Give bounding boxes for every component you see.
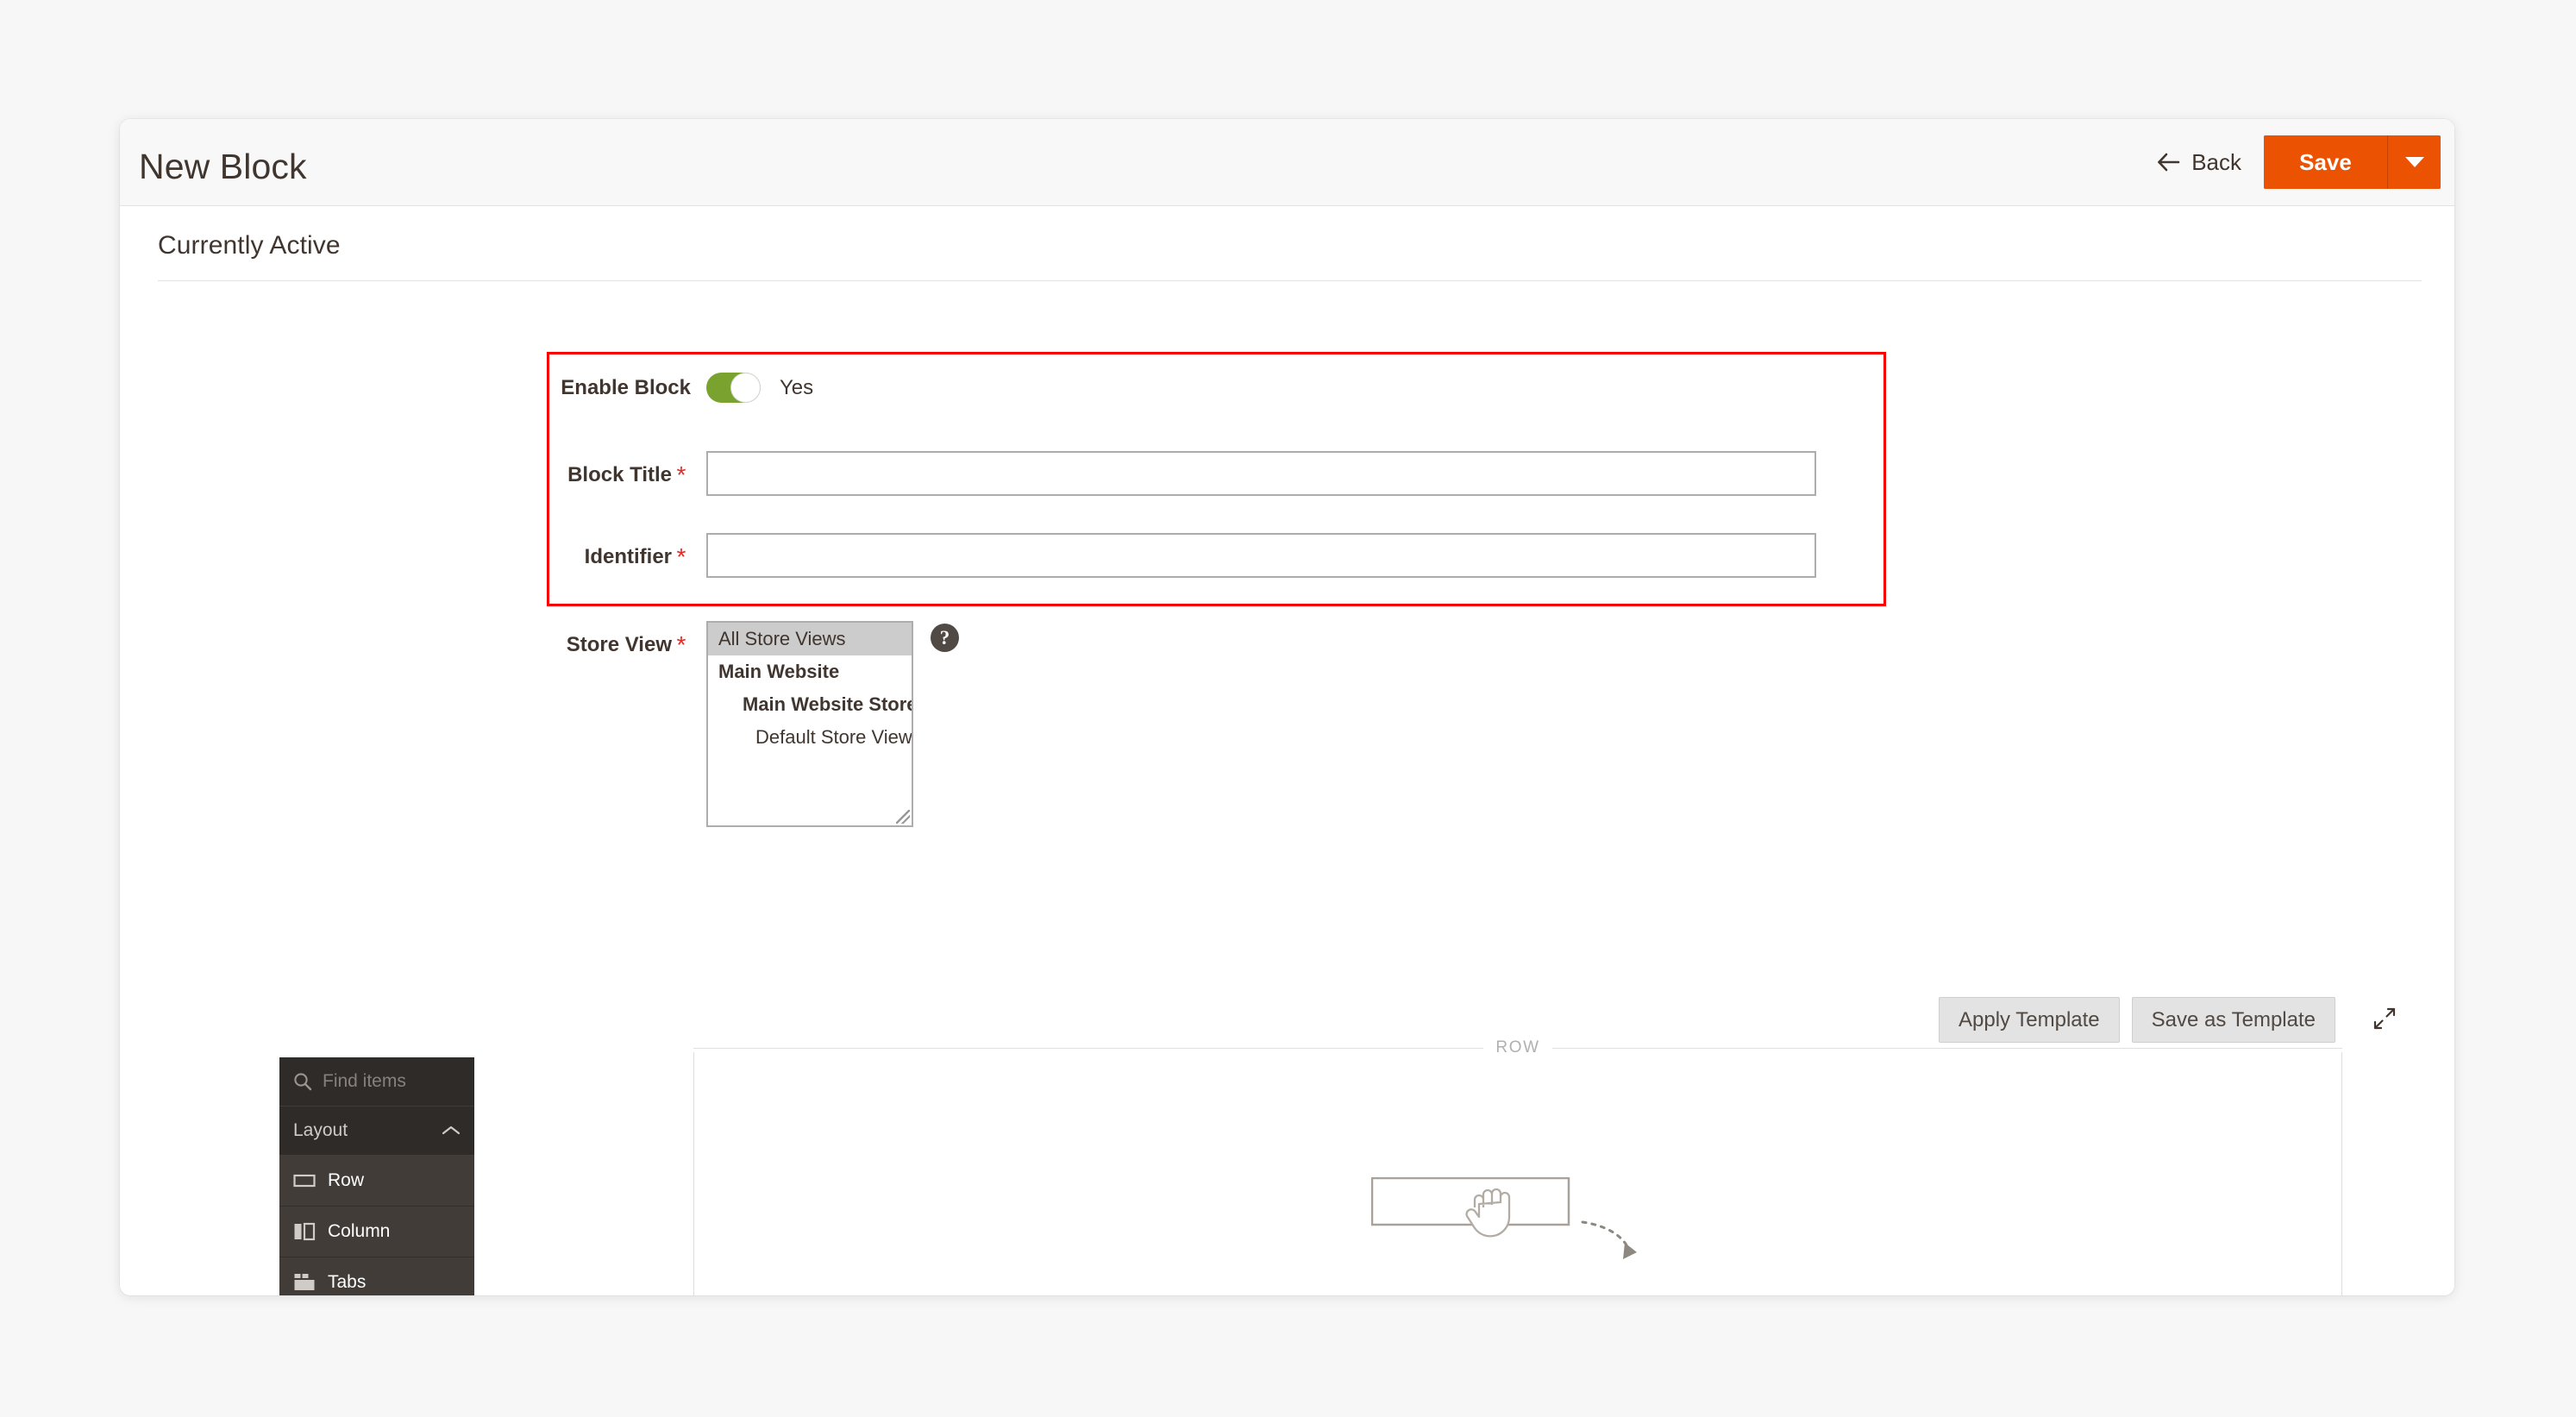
save-button[interactable]: Save [2264,135,2387,189]
page-builder-item-column[interactable]: Column [279,1207,474,1257]
enable-block-label: Enable Block [561,375,691,399]
arrow-left-icon [2156,151,2180,173]
field-row-block-title: Block Title * [438,451,1816,496]
toggle-knob [731,373,760,402]
store-view-multiselect[interactable]: All Store Views Main Website Main Website … [706,621,913,827]
page-title: New Block [139,147,307,186]
field-row-enable-block: Enable Block Yes [438,373,813,403]
store-view-option[interactable]: All Store Views [708,623,912,656]
store-view-option[interactable]: Default Store View [708,721,912,754]
row-label-line-right [1551,1047,2343,1049]
page-builder-item-row[interactable]: Row [279,1156,474,1207]
store-view-label-text: Store View [566,633,672,656]
required-marker: * [676,543,686,570]
enable-block-toggle-value: Yes [780,375,814,399]
question-mark-icon[interactable]: ? [931,624,959,652]
column-icon [293,1220,316,1243]
page-builder-canvas-dropzone[interactable]: Drag content types or columns here [693,1052,2342,1295]
section-divider [158,280,2422,281]
page-builder-group-layout[interactable]: Layout [279,1107,474,1156]
row-label-line-left [693,1047,1484,1049]
block-title-label-text: Block Title [567,463,672,486]
enable-block-toggle[interactable] [706,373,761,403]
item-label: Row [328,1170,365,1190]
field-row-identifier: Identifier * [438,533,1816,578]
identifier-label-text: Identifier [584,545,672,568]
required-marker: * [676,461,686,488]
section-title-currently-active: Currently Active [158,231,341,260]
tabs-icon [293,1271,316,1294]
row-icon [293,1169,316,1192]
back-button-label: Back [2191,148,2241,175]
chevron-up-icon [442,1125,461,1137]
apply-template-button[interactable]: Apply Template [1939,997,2120,1043]
group-label: Layout [293,1120,348,1140]
page-builder-search[interactable] [279,1057,556,1107]
search-icon [293,1072,312,1091]
page-header: New Block Back Save [120,119,2454,206]
block-edit-page-card: New Block Back Save Currently Active Ena… [120,119,2454,1295]
page-builder-item-tabs[interactable]: Tabs [279,1257,474,1295]
field-row-store-view: Store View * All Store Views Main Website M… [438,621,959,827]
save-options-button[interactable] [2387,135,2441,189]
store-view-option[interactable]: Main Website Store [708,688,912,721]
store-view-label: Store View * [438,621,706,658]
item-label: Tabs [328,1272,367,1292]
resize-handle-icon[interactable] [896,810,910,824]
item-label: Column [328,1221,391,1241]
page-builder-search-input[interactable] [323,1071,556,1092]
caret-down-icon [2404,157,2424,167]
save-split-button: Save [2264,135,2441,189]
store-view-option[interactable]: Main Website [708,655,912,688]
save-as-template-button[interactable]: Save as Template [2131,997,2335,1043]
block-title-input[interactable] [706,451,1816,496]
block-title-label: Block Title * [438,461,706,488]
expand-fullscreen-button[interactable] [2363,999,2406,1042]
page-builder-panel: LayoutRowColumnTabsElementsMedia [279,1057,556,1295]
template-button-bar: Apply Template Save as Template [1939,997,2406,1043]
header-actions: Back Save [2151,135,2441,190]
back-button[interactable]: Back [2151,138,2264,186]
identifier-label: Identifier * [438,543,706,570]
identifier-input[interactable] [706,533,1816,578]
required-marker: * [676,631,686,658]
drag-hand-icon [1370,1176,1664,1268]
expand-arrows-icon [2373,1007,2396,1032]
